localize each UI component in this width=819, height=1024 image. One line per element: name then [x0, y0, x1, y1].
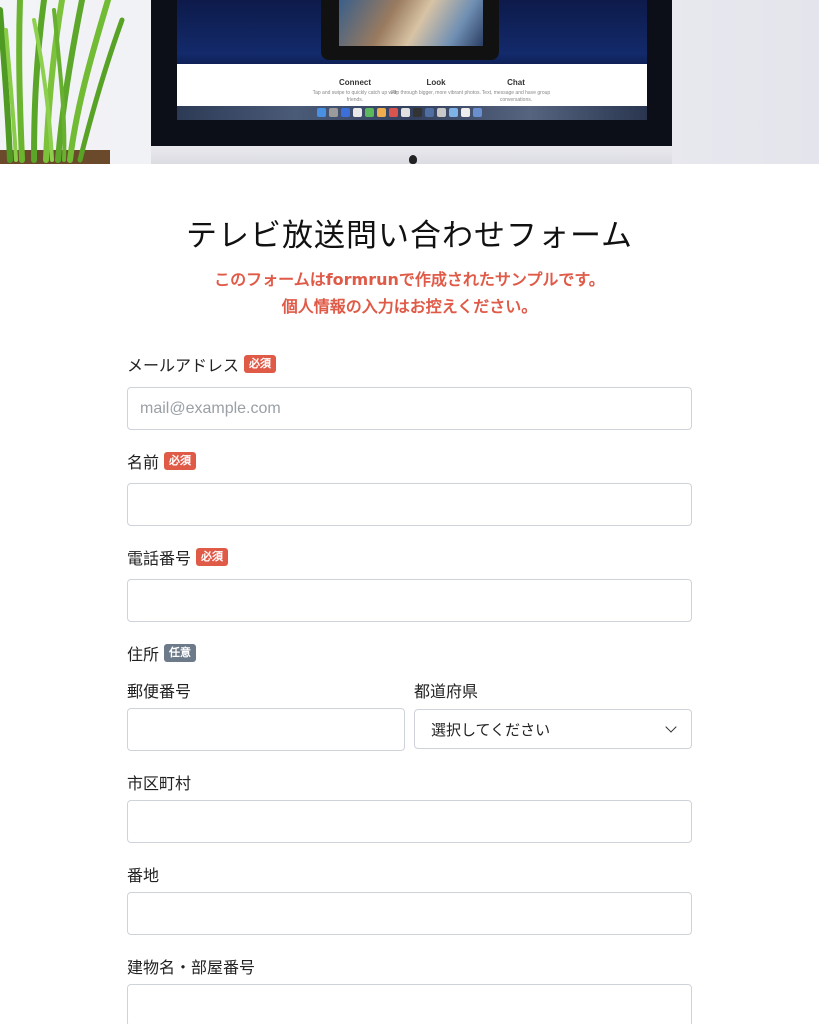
phone-input[interactable]: [127, 579, 692, 622]
required-badge: 必須: [196, 548, 229, 566]
tablet-photo: [339, 0, 483, 46]
phone-label: 電話番号: [127, 549, 192, 568]
city-input[interactable]: [127, 800, 692, 843]
address-label-group: 住所 任意: [127, 641, 197, 665]
prefecture-select[interactable]: 選択してください: [414, 709, 692, 749]
prefecture-label: 都道府県: [414, 682, 479, 701]
apple-logo-icon: [409, 155, 417, 164]
building-input[interactable]: [127, 984, 692, 1024]
phone-label-group: 電話番号 必須: [127, 545, 229, 569]
required-badge: 必須: [244, 355, 277, 373]
name-label-group: 名前 必須: [127, 449, 197, 473]
email-input[interactable]: [127, 387, 692, 430]
imac-screen: Connect Tap and swipe to quickly catch u…: [177, 0, 647, 120]
page-title: テレビ放送問い合わせフォーム: [185, 218, 634, 254]
prefecture-selected-value: 選択してください: [431, 720, 551, 739]
feature-look: Look Flip through bigger, more vibrant p…: [391, 78, 481, 96]
email-label-group: メールアドレス 必須: [127, 352, 277, 376]
address-label: 住所: [127, 645, 160, 664]
building-label: 建物名・部屋番号: [127, 958, 256, 977]
city-label: 市区町村: [127, 774, 192, 793]
dock-icons: [317, 108, 482, 118]
sample-notice-line1: このフォームはformrunで作成されたサンプルです。: [214, 270, 605, 289]
hero-image: Connect Tap and swipe to quickly catch u…: [0, 0, 819, 164]
sample-notice-line2: 個人情報の入力はお控えください。: [281, 297, 538, 316]
required-badge: 必須: [164, 452, 197, 470]
optional-badge: 任意: [164, 644, 197, 662]
name-input[interactable]: [127, 483, 692, 526]
feature-chat: Chat Text, message and have group conver…: [481, 78, 551, 103]
email-label: メールアドレス: [127, 356, 240, 375]
plant-image: [0, 0, 125, 164]
name-label: 名前: [127, 453, 160, 472]
chevron-down-icon: [665, 721, 677, 733]
postal-code-label: 郵便番号: [127, 682, 192, 701]
feature-connect: Connect Tap and swipe to quickly catch u…: [312, 78, 398, 103]
street-label: 番地: [127, 866, 160, 885]
imac-image: Connect Tap and swipe to quickly catch u…: [151, 0, 672, 164]
street-input[interactable]: [127, 892, 692, 935]
postal-code-input[interactable]: [127, 708, 405, 751]
